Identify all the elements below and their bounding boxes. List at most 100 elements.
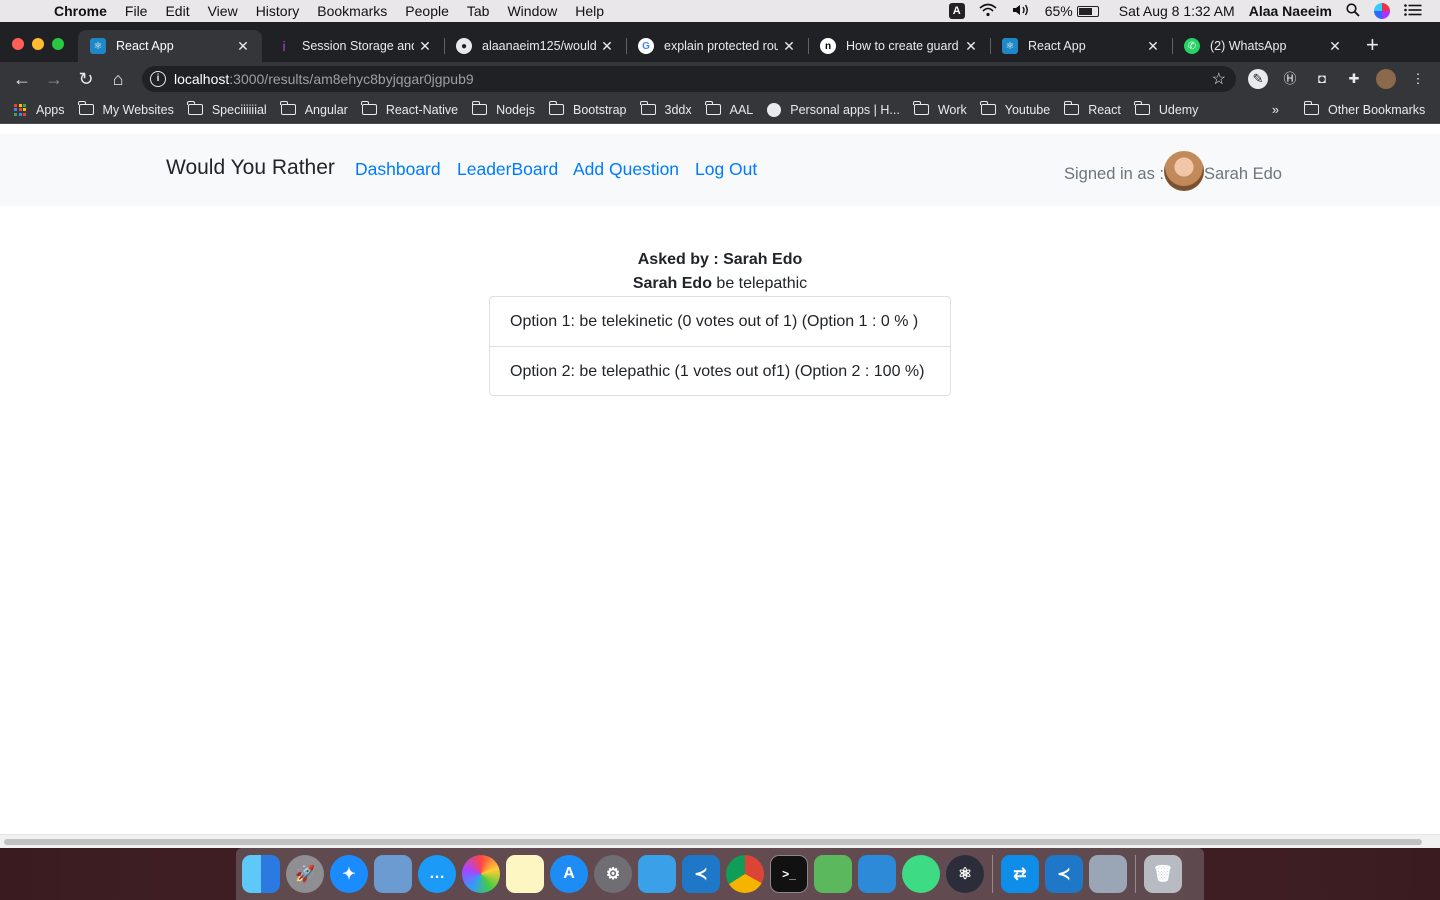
extension-avatar-icon[interactable]: ✎	[1248, 69, 1268, 89]
browser-window: ⚛ React App ✕ i Session Storage and ✕ ● …	[0, 22, 1440, 848]
new-tab-plus-icon[interactable]: +	[1366, 32, 1379, 58]
nav-link-leaderboard[interactable]: LeaderBoard	[457, 159, 558, 180]
minimize-window-button[interactable]	[32, 38, 44, 50]
folder-icon	[1063, 101, 1080, 115]
wifi-icon[interactable]	[979, 3, 997, 20]
spotlight-search-icon[interactable]	[1346, 2, 1360, 20]
menu-app-name[interactable]: Chrome	[54, 3, 107, 19]
back-arrow-icon[interactable]: ←	[6, 69, 38, 90]
sourcetree-icon[interactable]	[814, 855, 852, 893]
tab-session-storage[interactable]: i Session Storage and ✕	[264, 30, 445, 62]
menu-help[interactable]: Help	[575, 3, 604, 19]
tab-whatsapp[interactable]: ✆ (2) WhatsApp ✕	[1172, 30, 1354, 62]
option-result-1: Option 1: be telekinetic (0 votes out of…	[510, 313, 919, 330]
close-tab-icon[interactable]: ✕	[778, 38, 800, 55]
menu-tab[interactable]: Tab	[467, 3, 490, 19]
nav-link-add-question[interactable]: Add Question	[573, 159, 679, 180]
clock[interactable]: Sat Aug 8 1:32 AM	[1119, 3, 1235, 19]
bookmark-folder-udemy[interactable]: Udemy	[1134, 101, 1198, 117]
volume-icon[interactable]	[1011, 3, 1031, 20]
finder-icon[interactable]	[242, 855, 280, 893]
menu-window[interactable]: Window	[507, 3, 557, 19]
close-window-button[interactable]	[12, 38, 24, 50]
bookmark-folder-angular[interactable]: Angular	[280, 101, 348, 117]
scrollbar-thumb[interactable]	[4, 839, 1422, 845]
chrome-menu-icon[interactable]: ⋮	[1408, 69, 1428, 89]
input-source-icon[interactable]: A	[948, 3, 965, 19]
close-tab-icon[interactable]: ✕	[596, 38, 618, 55]
system-preferences-icon[interactable]: ⚙	[594, 855, 632, 893]
safari-icon[interactable]: ✦	[330, 855, 368, 893]
close-tab-icon[interactable]: ✕	[414, 38, 436, 55]
close-tab-icon[interactable]: ✕	[1142, 38, 1164, 55]
app-store-icon[interactable]: A	[550, 855, 588, 893]
profile-avatar-icon[interactable]	[1376, 69, 1396, 89]
close-tab-icon[interactable]: ✕	[1324, 38, 1346, 55]
bookmark-label: Bootstrap	[572, 102, 627, 117]
menu-bookmarks[interactable]: Bookmarks	[317, 3, 387, 19]
bookmark-folder-speciiiiiial[interactable]: Speciiiiiial	[187, 101, 267, 117]
home-icon[interactable]: ⌂	[102, 69, 134, 90]
horizontal-scrollbar[interactable]	[0, 834, 1440, 848]
extension-h-icon[interactable]: Ⓗ	[1280, 69, 1300, 89]
vscode-insiders-icon[interactable]: ≺	[1045, 855, 1083, 893]
notification-center-icon[interactable]	[1404, 3, 1422, 19]
tab-react-app-active[interactable]: ⚛ React App ✕	[78, 30, 262, 62]
bookmarks-overflow-button[interactable]: »	[1272, 103, 1279, 117]
bookmark-star-icon[interactable]: ☆	[1212, 69, 1226, 89]
image-capture-icon[interactable]	[1089, 855, 1127, 893]
menu-edit[interactable]: Edit	[165, 3, 189, 19]
chrome-icon[interactable]	[726, 855, 764, 893]
menu-view[interactable]: View	[208, 3, 238, 19]
menu-people[interactable]: People	[405, 3, 449, 19]
nav-link-dashboard[interactable]: Dashboard	[355, 159, 441, 180]
launchpad-icon[interactable]: 🚀	[286, 855, 324, 893]
terminal-icon[interactable]: >_	[770, 855, 808, 893]
forward-arrow-icon[interactable]: →	[38, 69, 70, 90]
close-tab-icon[interactable]: ✕	[960, 38, 982, 55]
battery-status[interactable]: 65%	[1045, 3, 1099, 19]
brand-title[interactable]: Would You Rather	[166, 156, 335, 180]
address-bar[interactable]: i localhost :3000/results/am8ehyc8byjqga…	[142, 66, 1236, 92]
instruments-icon[interactable]	[638, 855, 676, 893]
bookmark-folder-youtube[interactable]: Youtube	[980, 101, 1050, 117]
android-studio-icon[interactable]	[902, 855, 940, 893]
bookmark-folder-bootstrap[interactable]: Bootstrap	[548, 101, 627, 117]
photos-icon[interactable]	[462, 855, 500, 893]
bookmark-folder-my-websites[interactable]: My Websites	[78, 101, 174, 117]
bookmark-folder-react-native[interactable]: React-Native	[361, 101, 458, 117]
xcode-icon[interactable]	[858, 855, 896, 893]
bookmark-personal-apps[interactable]: Personal apps | H...	[767, 102, 900, 117]
folder-icon	[471, 101, 488, 115]
menu-history[interactable]: History	[256, 3, 300, 19]
zoom-window-button[interactable]	[52, 38, 64, 50]
bookmark-folder-react[interactable]: React	[1063, 101, 1121, 117]
menu-file[interactable]: File	[125, 3, 148, 19]
vscode-icon[interactable]: ≺	[682, 855, 720, 893]
tab-google-search[interactable]: G explain protected rou ✕	[626, 30, 809, 62]
teamviewer-icon[interactable]: ⇄	[1001, 855, 1039, 893]
reload-icon[interactable]: ↻	[70, 69, 102, 90]
trash-icon[interactable]: 🗑	[1144, 855, 1182, 893]
bookmark-apps[interactable]: Apps	[14, 103, 65, 117]
bookmark-folder-work[interactable]: Work	[913, 101, 967, 117]
tab-github[interactable]: ● alaanaeim125/would ✕	[444, 30, 627, 62]
bookmark-folder-aal[interactable]: AAL	[705, 101, 753, 117]
tab-react-app-2[interactable]: ⚛ React App ✕	[990, 30, 1173, 62]
results-section: Asked by : Sarah Edo Sarah Edo be telepa…	[0, 206, 1440, 396]
extensions-puzzle-icon[interactable]: ✚	[1344, 69, 1364, 89]
bookmark-folder-3ddx[interactable]: 3ddx	[640, 101, 692, 117]
electron-icon[interactable]: ⚛	[946, 855, 984, 893]
camera-extension-icon[interactable]: ◘	[1312, 69, 1332, 89]
user-menu[interactable]: Alaa Naeeim	[1249, 3, 1332, 19]
site-info-icon[interactable]: i	[150, 71, 166, 87]
preview-icon[interactable]	[374, 855, 412, 893]
siri-icon[interactable]	[1374, 3, 1390, 19]
close-tab-icon[interactable]: ✕	[232, 38, 254, 55]
bookmark-folder-other[interactable]: Other Bookmarks	[1303, 101, 1425, 117]
notes-icon[interactable]	[506, 855, 544, 893]
nav-link-log-out[interactable]: Log Out	[695, 159, 757, 180]
tab-guard-article[interactable]: n How to create guard ✕	[808, 30, 991, 62]
messages-icon[interactable]: …	[418, 855, 456, 893]
bookmark-folder-nodejs[interactable]: Nodejs	[471, 101, 535, 117]
